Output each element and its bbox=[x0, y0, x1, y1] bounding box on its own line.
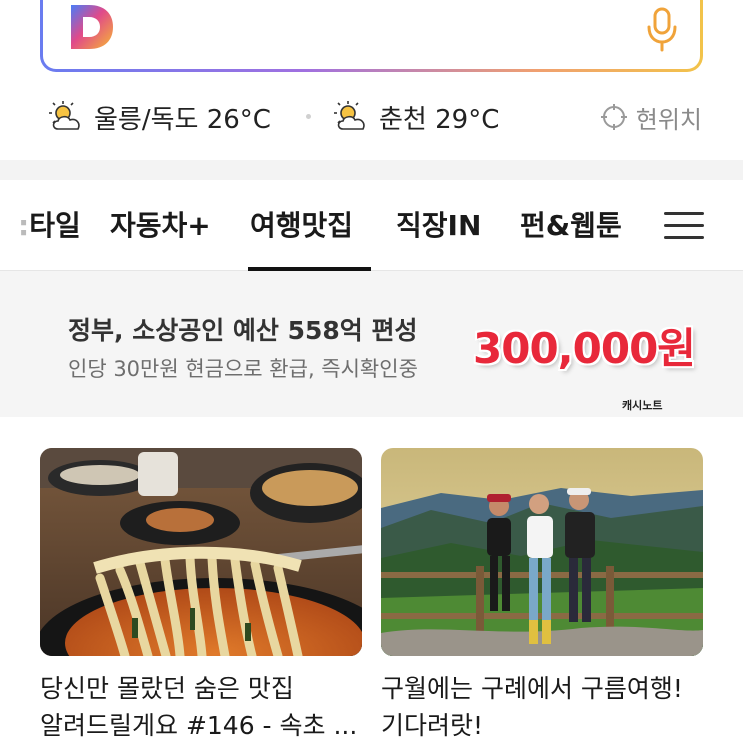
tab-work[interactable]: 직장IN bbox=[396, 204, 481, 244]
card-title: 구월에는 구례에서 구름여행! 기다려랏! bbox=[381, 674, 683, 740]
tab-fun-webtoon[interactable]: 펀&웹툰 bbox=[520, 204, 622, 244]
weather-separator bbox=[306, 114, 311, 119]
tab-label: 타일 bbox=[29, 209, 81, 242]
weather-bar: 울릉/독도 26°C 춘천 29°C 현위치 bbox=[46, 97, 706, 137]
noodle-photo bbox=[40, 448, 362, 656]
tab-travel-food[interactable]: 여행맛집 bbox=[250, 204, 353, 244]
weather-item-chuncheon[interactable]: 춘천 29°C bbox=[331, 97, 499, 137]
hamburger-menu-icon[interactable] bbox=[664, 210, 704, 240]
mountain-hikers-photo bbox=[381, 448, 703, 656]
ad-banner[interactable]: 정부, 소상공인 예산 558억 편성 인당 30만원 현금으로 환급, 즉시확… bbox=[0, 271, 743, 417]
crosshair-location-icon bbox=[600, 104, 627, 130]
card-title: 당신만 몰랐던 숨은 맛집 알려드릴게요 #146 - 속초 ... bbox=[40, 674, 358, 740]
daum-logo-icon[interactable] bbox=[65, 1, 117, 53]
section-divider bbox=[0, 160, 743, 180]
content-card[interactable]: 당신만 몰랐던 숨은 맛집 알려드릴게요 #146 - 속초 ... bbox=[40, 448, 362, 744]
partly-cloudy-sun-icon bbox=[49, 101, 80, 130]
partly-cloudy-sun-icon bbox=[334, 101, 365, 130]
ad-title: 정부, 소상공인 예산 558억 편성 bbox=[68, 316, 418, 345]
ad-brand: 캐시노트 bbox=[622, 399, 663, 412]
content-card[interactable]: 구월에는 구례에서 구름여행! 기다려랏! bbox=[381, 448, 703, 744]
weather-item-ulleung[interactable]: 울릉/독도 26°C bbox=[46, 97, 271, 137]
current-location-label: 현위치 bbox=[635, 105, 702, 134]
current-location-button[interactable]: 현위치 bbox=[600, 97, 702, 137]
ad-subtitle: 인당 30만원 현금으로 환급, 즉시확인중 bbox=[68, 357, 418, 381]
weather-text: 춘천 29°C bbox=[379, 104, 500, 135]
ad-amount: 300,000원 bbox=[473, 324, 696, 373]
microphone-icon[interactable] bbox=[644, 5, 680, 53]
tab-cut-indicator: : bbox=[18, 209, 30, 242]
search-box[interactable] bbox=[40, 0, 703, 72]
weather-text: 울릉/독도 26°C bbox=[94, 104, 271, 135]
category-tabs: :타일 자동차+ 여행맛집 직장IN 펀&웹툰 bbox=[0, 180, 743, 271]
tab-style[interactable]: :타일 bbox=[18, 204, 81, 244]
tab-cars[interactable]: 자동차+ bbox=[110, 204, 211, 244]
